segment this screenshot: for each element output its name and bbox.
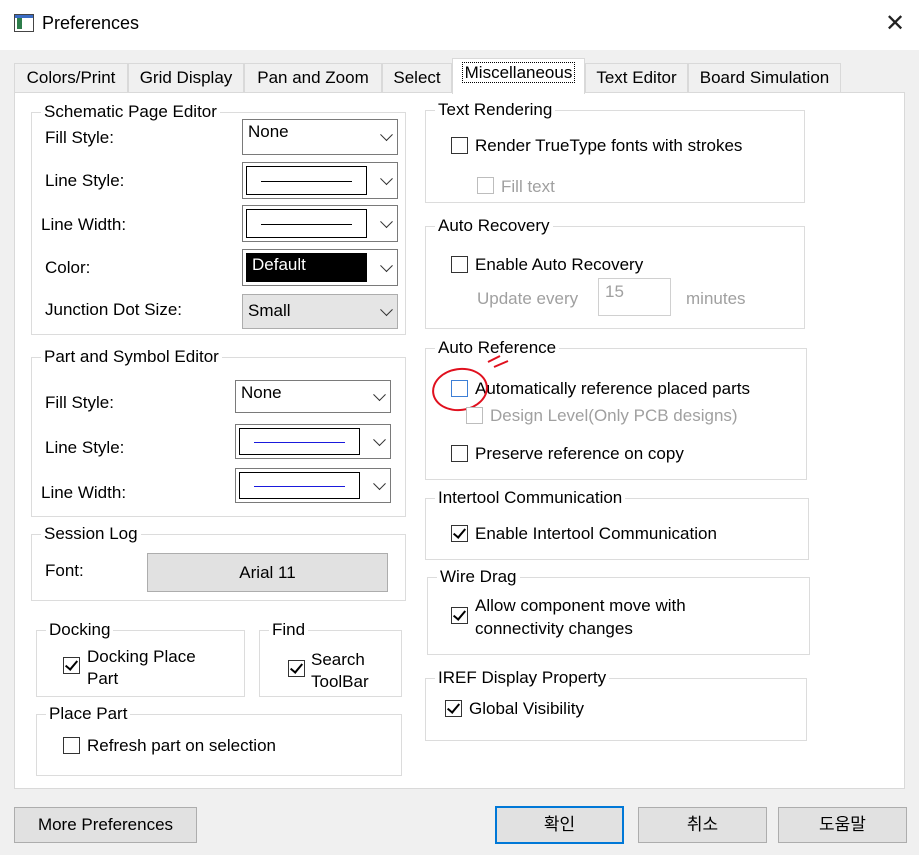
auto-recovery-title: Auto Recovery — [435, 216, 553, 236]
chevron-down-icon — [380, 214, 393, 228]
junction-dot-size-select[interactable]: Small — [242, 294, 398, 329]
update-interval-input[interactable]: 15 — [598, 278, 671, 316]
global-visibility-checkbox[interactable] — [445, 700, 462, 717]
enable-auto-recovery-checkbox[interactable] — [451, 256, 468, 273]
preferences-dialog: Preferences ✕ Colors/Print Grid Display … — [0, 0, 919, 855]
docking-place-part-checkbox[interactable] — [63, 657, 80, 674]
part-fill-style-select[interactable]: None — [235, 380, 391, 413]
line-style-swatch — [246, 166, 367, 195]
update-every-label: Update every — [477, 289, 579, 308]
tab-board-simulation[interactable]: Board Simulation — [688, 63, 841, 92]
cancel-button[interactable]: 취소 — [638, 807, 767, 843]
schematic-color-select[interactable]: Default — [242, 249, 398, 286]
session-log-font-button[interactable]: Arial 11 — [147, 553, 388, 592]
color-swatch: Default — [246, 253, 367, 282]
auto-reference-placed-parts-label: Automatically reference placed parts — [475, 379, 750, 398]
session-log-title: Session Log — [41, 524, 141, 544]
fill-text-label: Fill text — [501, 177, 555, 196]
allow-component-move-label: Allow component move with connectivity ch… — [475, 596, 686, 638]
title-bar: Preferences ✕ — [0, 0, 919, 50]
schematic-fill-style-label: Fill Style: — [45, 128, 114, 147]
part-line-style-select[interactable] — [235, 424, 391, 459]
session-log-font-label: Font: — [45, 561, 84, 580]
part-line-width-swatch — [239, 472, 360, 499]
ok-button[interactable]: 확인 — [495, 806, 624, 844]
preserve-reference-checkbox[interactable] — [451, 445, 468, 462]
part-line-width-label: Line Width: — [41, 483, 127, 502]
app-icon — [14, 14, 34, 32]
schematic-fill-style-select[interactable]: None — [242, 119, 398, 155]
design-level-checkbox[interactable] — [466, 407, 483, 424]
chevron-down-icon — [380, 258, 393, 272]
text-rendering-title: Text Rendering — [435, 100, 556, 120]
allow-component-move-checkbox[interactable] — [451, 607, 468, 624]
enable-auto-recovery-label: Enable Auto Recovery — [475, 255, 644, 274]
part-line-style-label: Line Style: — [45, 438, 125, 457]
line-width-swatch — [246, 209, 367, 238]
minutes-label: minutes — [686, 289, 746, 308]
find-title: Find — [269, 620, 309, 640]
schematic-line-style-select[interactable] — [242, 162, 398, 199]
chevron-down-icon — [380, 302, 393, 316]
tab-text-editor[interactable]: Text Editor — [585, 63, 688, 92]
part-line-style-swatch — [239, 428, 360, 455]
chevron-down-icon — [373, 476, 386, 490]
tab-miscellaneous[interactable]: Miscellaneous — [452, 58, 585, 94]
window-title: Preferences — [42, 13, 140, 33]
docking-title: Docking — [46, 620, 114, 640]
docking-place-part-label: Docking Place Part — [87, 647, 196, 688]
part-fill-style-label: Fill Style: — [45, 393, 114, 412]
tab-pan-and-zoom[interactable]: Pan and Zoom — [244, 63, 382, 92]
tab-grid-display[interactable]: Grid Display — [128, 63, 244, 92]
render-truetype-checkbox[interactable] — [451, 137, 468, 154]
close-icon[interactable]: ✕ — [880, 8, 910, 38]
more-preferences-button[interactable]: More Preferences — [14, 807, 197, 843]
design-level-label: Design Level(Only PCB designs) — [490, 406, 738, 425]
chevron-down-icon — [380, 171, 393, 185]
part-symbol-editor-title: Part and Symbol Editor — [41, 347, 222, 367]
schematic-color-label: Color: — [45, 258, 91, 277]
global-visibility-label: Global Visibility — [469, 699, 584, 718]
refresh-part-checkbox[interactable] — [63, 737, 80, 754]
schematic-page-editor-title: Schematic Page Editor — [41, 102, 220, 122]
fill-text-checkbox[interactable] — [477, 177, 494, 194]
schematic-line-style-label: Line Style: — [45, 171, 125, 190]
help-button[interactable]: 도움말 — [778, 807, 907, 843]
schematic-line-width-select[interactable] — [242, 205, 398, 242]
chevron-down-icon — [380, 128, 393, 142]
preserve-reference-label: Preserve reference on copy — [475, 444, 684, 463]
search-toolbar-checkbox[interactable] — [288, 660, 305, 677]
part-line-width-select[interactable] — [235, 468, 391, 503]
tab-select[interactable]: Select — [382, 63, 452, 92]
tab-colors-print[interactable]: Colors/Print — [14, 63, 128, 92]
intertool-title: Intertool Communication — [435, 488, 626, 508]
red-annotation-mark — [487, 355, 509, 368]
enable-intertool-checkbox[interactable] — [451, 525, 468, 542]
refresh-part-label: Refresh part on selection — [87, 736, 276, 755]
schematic-line-width-label: Line Width: — [41, 215, 127, 234]
enable-intertool-label: Enable Intertool Communication — [475, 524, 717, 543]
chevron-down-icon — [373, 432, 386, 446]
junction-dot-size-label: Junction Dot Size: — [45, 300, 183, 319]
wire-drag-title: Wire Drag — [437, 567, 520, 587]
place-part-title: Place Part — [46, 704, 131, 724]
search-toolbar-label: Search ToolBar — [311, 650, 369, 691]
render-truetype-label: Render TrueType fonts with strokes — [475, 136, 743, 155]
chevron-down-icon — [373, 387, 386, 401]
iref-display-title: IREF Display Property — [435, 668, 610, 688]
